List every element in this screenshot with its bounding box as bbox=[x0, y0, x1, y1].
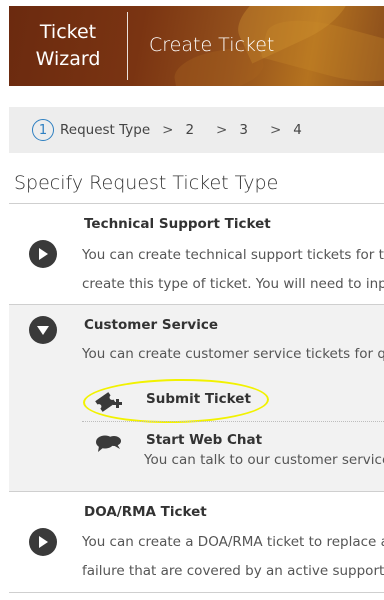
step-3[interactable]: 3 bbox=[239, 122, 248, 138]
step-separator: > bbox=[216, 122, 228, 138]
step-2[interactable]: 2 bbox=[185, 122, 194, 138]
ticket-type-title: Customer Service bbox=[84, 317, 218, 333]
section-title: Specify Request Ticket Type bbox=[14, 172, 279, 194]
step-separator: > bbox=[269, 122, 282, 138]
row-divider bbox=[9, 592, 384, 593]
chat-bubbles-icon[interactable] bbox=[94, 432, 124, 460]
ticket-type-description: You can create customer service tickets … bbox=[82, 346, 384, 362]
ticket-type-description: You can create a DOA/RMA ticket to repla… bbox=[82, 534, 384, 550]
expand-icon[interactable] bbox=[29, 528, 57, 556]
step-progress-bar: 1 Request Type > 2 > 3 > 4 bbox=[9, 107, 384, 153]
page-title: Create Ticket bbox=[149, 34, 275, 56]
current-step-label: Request Type bbox=[60, 122, 151, 138]
wizard-title: Ticket Wizard bbox=[35, 21, 101, 70]
header-divider bbox=[127, 12, 128, 80]
start-web-chat-description: You can talk to our customer service bbox=[144, 452, 384, 468]
start-web-chat-option[interactable]: Start Web Chat You can talk to our custo… bbox=[82, 428, 384, 472]
wizard-header: Ticket Wizard Create Ticket bbox=[9, 6, 384, 86]
start-web-chat-label[interactable]: Start Web Chat bbox=[146, 432, 262, 448]
ticket-type-technical-support[interactable]: Technical Support Ticket You can create … bbox=[9, 204, 384, 304]
ticket-type-description: create this type of ticket. You will nee… bbox=[82, 276, 384, 292]
ticket-type-title: Technical Support Ticket bbox=[84, 216, 271, 232]
ticket-type-description: failure that are covered by an active su… bbox=[82, 563, 384, 579]
collapse-icon[interactable] bbox=[29, 316, 57, 344]
ticket-type-doa-rma[interactable]: DOA/RMA Ticket You can create a DOA/RMA … bbox=[9, 492, 384, 592]
expand-icon[interactable] bbox=[29, 240, 57, 268]
option-divider bbox=[82, 421, 384, 422]
current-step-number: 1 bbox=[32, 119, 54, 141]
step-4[interactable]: 4 bbox=[293, 122, 302, 138]
step-separator: > bbox=[162, 122, 174, 138]
ticket-type-title: DOA/RMA Ticket bbox=[84, 504, 207, 520]
ticket-type-description: You can create technical support tickets… bbox=[82, 247, 384, 263]
